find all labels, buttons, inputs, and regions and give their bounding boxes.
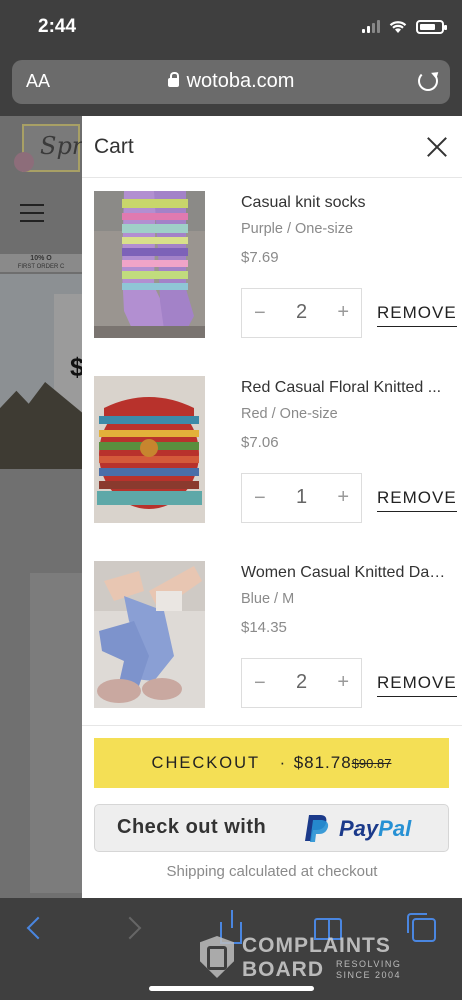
checkout-label: CHECKOUT	[151, 754, 260, 772]
paypal-logo-icon	[305, 815, 329, 842]
url-display[interactable]: wotoba.com	[12, 70, 450, 93]
hero-banner: $	[0, 274, 82, 469]
cart-item-name[interactable]: Women Casual Knitted Dai...	[241, 564, 446, 582]
watermark-shield-icon	[200, 936, 234, 978]
cart-title: Cart	[94, 135, 134, 158]
increase-quantity-button[interactable]: +	[337, 301, 349, 324]
home-indicator[interactable]	[149, 986, 314, 991]
watermark-tagline: RESOLVING SINCE 2004	[336, 959, 401, 981]
paypal-checkout-button[interactable]: Check out with PayPal	[94, 804, 449, 852]
address-bar[interactable]: AA wotoba.com	[12, 60, 450, 104]
knit-leg-warmers-image[interactable]	[94, 561, 205, 708]
hero-price-text: $	[70, 352, 82, 382]
paypal-prefix: Check out with	[117, 816, 267, 838]
paypal-brand-pal: Pal	[378, 816, 412, 841]
watermark-tag-2: SINCE 2004	[336, 970, 402, 980]
quantity-stepper: − 1 +	[241, 473, 362, 523]
logo-flower-icon	[14, 152, 34, 172]
watermark-line-1: COMPLAINTS	[242, 934, 391, 957]
promo-strip: 10% O FIRST ORDER C	[0, 254, 82, 272]
checkout-button[interactable]: CHECKOUT · $81.78$90.87	[94, 738, 449, 788]
remove-item-button[interactable]: REMOVE	[377, 673, 457, 697]
site-logo-text: Spr	[40, 132, 82, 160]
watermark-line-2: BOARD	[242, 958, 324, 981]
remove-item-button[interactable]: REMOVE	[377, 488, 457, 512]
cart-item: Casual knit socks Purple / One-size $7.6…	[82, 178, 462, 363]
url-text: wotoba.com	[186, 70, 295, 92]
remove-item-button[interactable]: REMOVE	[377, 303, 457, 327]
cart-footer-divider	[82, 725, 462, 726]
cart-item: Red Casual Floral Knitted ... Red / One-…	[82, 363, 462, 548]
watermark-tag-1: RESOLVING	[336, 959, 402, 969]
shipping-note: Shipping calculated at checkout	[166, 863, 378, 880]
background-page-overlay[interactable]: Spr 10% O FIRST ORDER C $	[0, 116, 82, 898]
checkout-separator: ·	[279, 754, 288, 772]
background-photo	[30, 573, 82, 893]
status-time: 2:44	[38, 16, 77, 37]
complaints-board-watermark: COMPLAINTS BOARD RESOLVING SINCE 2004	[200, 934, 430, 982]
browser-address-area: AA wotoba.com	[0, 58, 462, 116]
reload-icon[interactable]	[418, 71, 438, 91]
knit-hat-image[interactable]	[94, 376, 205, 523]
cart-header: Cart	[82, 116, 462, 178]
cart-item-variant: Blue / M	[241, 591, 295, 607]
paypal-brand-pay: Pay	[339, 816, 379, 841]
wifi-icon	[389, 21, 407, 33]
knit-socks-image[interactable]	[94, 191, 205, 338]
quantity-stepper: − 2 +	[241, 288, 362, 338]
quantity-stepper: − 2 +	[241, 658, 362, 708]
cart-item-variant: Purple / One-size	[241, 221, 354, 237]
status-bar: 2:44	[0, 0, 462, 58]
cart-drawer: Cart Casual knit socks Purple / One-size…	[82, 116, 462, 898]
lock-icon	[167, 72, 179, 87]
cart-original-total: $90.87	[351, 756, 392, 771]
menu-icon	[20, 204, 44, 228]
cart-total: $81.78	[293, 753, 352, 772]
cart-item-name[interactable]: Casual knit socks	[241, 194, 446, 212]
phone-screen: 2:44 AA wotoba.com Spr 10% O FIRST ORDER…	[0, 0, 462, 1000]
close-cart-button[interactable]	[424, 134, 450, 160]
cart-item-price: $7.69	[241, 249, 279, 266]
status-icons	[362, 19, 447, 34]
cart-item-price: $7.06	[241, 434, 279, 451]
cart-item-name[interactable]: Red Casual Floral Knitted ...	[241, 379, 446, 397]
increase-quantity-button[interactable]: +	[337, 671, 349, 694]
cart-item: Women Casual Knitted Dai... Blue / M $14…	[82, 548, 462, 733]
battery-icon	[416, 19, 447, 34]
signal-icon	[362, 20, 380, 33]
cart-item-price: $14.35	[241, 619, 287, 636]
forward-icon[interactable]	[118, 916, 142, 940]
promo-line-2: FIRST ORDER C	[17, 264, 65, 270]
increase-quantity-button[interactable]: +	[337, 486, 349, 509]
promo-line-1: 10% O	[30, 255, 52, 262]
back-icon[interactable]	[26, 916, 50, 940]
cart-item-variant: Red / One-size	[241, 406, 338, 422]
paypal-brand-text: PayPal	[339, 816, 411, 842]
